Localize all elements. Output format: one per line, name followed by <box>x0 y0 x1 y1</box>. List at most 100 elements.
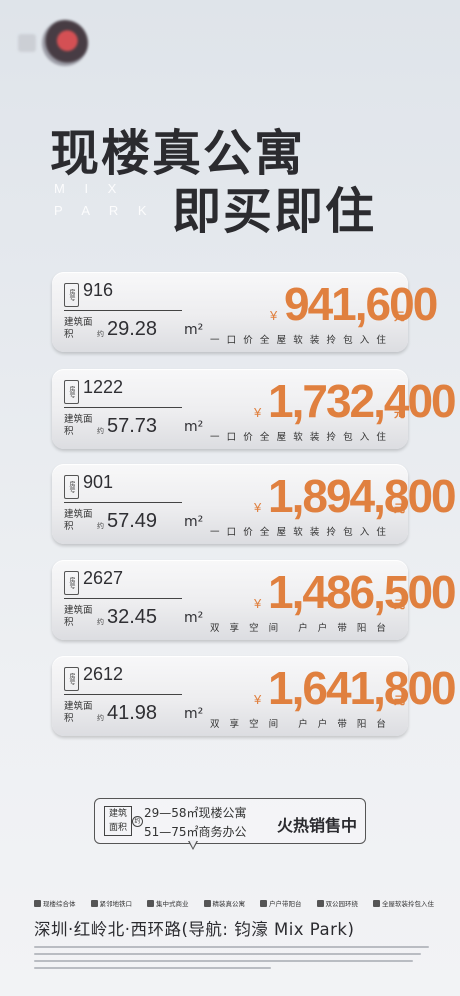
area-label: 建筑面积 <box>64 701 93 724</box>
area-approx: 约 <box>97 618 104 626</box>
currency-symbol: ¥ <box>254 692 262 707</box>
feature-item: 紧邻地铁口 <box>90 898 132 908</box>
note-char: 口 <box>226 335 237 346</box>
area-approx: 约 <box>97 714 104 722</box>
feature-strip: 现楼综合体 紧邻地铁口 集中式商业 精装真公寓 户户带阳台 双公园环绕 全屋软装… <box>34 898 434 908</box>
room-tag: 房号 <box>64 667 79 691</box>
feature-icon <box>147 899 154 907</box>
brand-logo <box>18 18 108 68</box>
bubble-line-2: 51—75㎡商务办公 <box>144 825 247 839</box>
room-tag: 房号 <box>64 283 79 307</box>
park-text: P A R K <box>54 203 155 218</box>
note-char: 住 <box>376 335 386 346</box>
bubble-area-tag: 建筑面积 <box>104 806 132 836</box>
feature-icon <box>260 899 267 907</box>
room-tag: 房号 <box>64 475 79 499</box>
unit-note: 双享空间户户带阳台 <box>210 620 386 634</box>
yuan-unit: 元 <box>394 598 405 611</box>
note-char: 软 <box>293 432 303 443</box>
note-char: 价 <box>243 432 253 443</box>
note-char: 拎 <box>326 335 336 346</box>
currency-symbol: ¥ <box>254 500 262 515</box>
feature-icon <box>203 899 211 907</box>
note-char: 一 <box>210 527 220 538</box>
yuan-unit: 元 <box>394 502 405 515</box>
area-unit: m² <box>184 706 204 722</box>
mix-text: M I X <box>54 181 125 196</box>
logo-emblem <box>42 20 88 66</box>
note-char: 空 <box>249 623 259 634</box>
note-char: 间 <box>268 719 279 730</box>
note-char: 口 <box>226 527 237 538</box>
unit-card: 房号 901 建筑面积 约 57.49 m² ¥ 1,894,800 元 一口价… <box>52 464 457 544</box>
currency-symbol: ¥ <box>254 596 262 611</box>
area-label: 建筑面积 <box>64 509 93 532</box>
unit-card: 房号 2612 建筑面积 约 41.98 m² ¥ 1,641,800 元 双享… <box>52 656 457 736</box>
note-char: 户 <box>317 719 328 730</box>
note-char: 拎 <box>326 432 336 443</box>
note-char: 享 <box>229 719 240 730</box>
feature-item: 现楼综合体 <box>34 898 76 908</box>
feature-icon <box>90 899 98 907</box>
feature-icon <box>34 899 41 907</box>
note-char: 入 <box>359 335 370 346</box>
unit-card: 房号 916 建筑面积 约 29.28 m² ¥ 941,600 元 一口价全屋… <box>52 272 438 352</box>
currency-symbol: ¥ <box>254 405 262 420</box>
note-char: 双 <box>210 623 220 634</box>
note-char: 住 <box>376 432 386 443</box>
unit-price: 1,486,500 <box>268 566 457 618</box>
bubble-hot-sale: 火热销售中 <box>277 816 358 835</box>
feature-item: 双公园环绕 <box>316 898 358 908</box>
note-char: 住 <box>376 527 386 538</box>
area-unit: m² <box>184 610 204 626</box>
area-value: 57.49 <box>107 510 158 532</box>
unit-price: 1,641,800 <box>268 662 457 714</box>
note-char: 双 <box>210 719 220 730</box>
fine-print-disclaimer <box>34 946 429 976</box>
room-tag: 房号 <box>64 571 79 595</box>
note-char: 价 <box>243 335 253 346</box>
yuan-unit: 元 <box>394 694 405 707</box>
note-char: 台 <box>376 719 386 730</box>
note-char: 屋 <box>276 335 287 346</box>
yuan-unit: 元 <box>394 407 405 420</box>
note-char: 装 <box>309 527 320 538</box>
note-char: 包 <box>343 335 353 346</box>
address-line: 深圳·红岭北·西环路(导航: 钧濠 Mix Park) <box>34 920 355 939</box>
room-number: 2627 <box>83 568 124 588</box>
note-char: 价 <box>243 527 253 538</box>
headline: 现楼真公寓 M I X P A R K 即买即住 <box>0 108 460 240</box>
divider <box>64 407 182 408</box>
unit-price: 1,894,800 <box>268 470 457 522</box>
area-approx: 约 <box>97 427 104 435</box>
feature-icon <box>316 899 324 907</box>
area-approx: 约 <box>97 522 104 530</box>
area-label: 建筑面积 <box>64 317 93 340</box>
divider <box>64 310 182 311</box>
note-char: 阳 <box>356 623 367 634</box>
note-char: 全 <box>259 432 270 443</box>
feature-item: 全屋软装拎包入住 <box>373 898 434 908</box>
area-unit: m² <box>184 322 204 338</box>
note-char: 户 <box>298 719 308 730</box>
area-label: 建筑面积 <box>64 414 93 437</box>
area-label: 建筑面积 <box>64 605 93 628</box>
divider <box>64 502 182 503</box>
bubble-approx: 约 <box>132 816 143 827</box>
note-char: 户 <box>298 623 308 634</box>
area-approx: 约 <box>97 330 104 338</box>
feature-item: 集中式商业 <box>147 898 189 908</box>
note-char: 入 <box>359 527 370 538</box>
unit-card: 房号 1222 建筑面积 约 57.73 m² ¥ 1,732,400 元 一口… <box>52 369 457 449</box>
note-char: 口 <box>226 432 237 443</box>
area-value: 57.73 <box>107 415 158 437</box>
feature-icon <box>373 899 380 907</box>
note-char: 软 <box>293 335 303 346</box>
unit-note: 双享空间户户带阳台 <box>210 716 386 730</box>
divider <box>64 598 182 599</box>
note-char: 包 <box>343 432 353 443</box>
bubble-tail-inner <box>189 840 197 848</box>
area-unit: m² <box>184 514 204 530</box>
note-char: 享 <box>229 623 240 634</box>
area-value: 41.98 <box>107 702 158 724</box>
